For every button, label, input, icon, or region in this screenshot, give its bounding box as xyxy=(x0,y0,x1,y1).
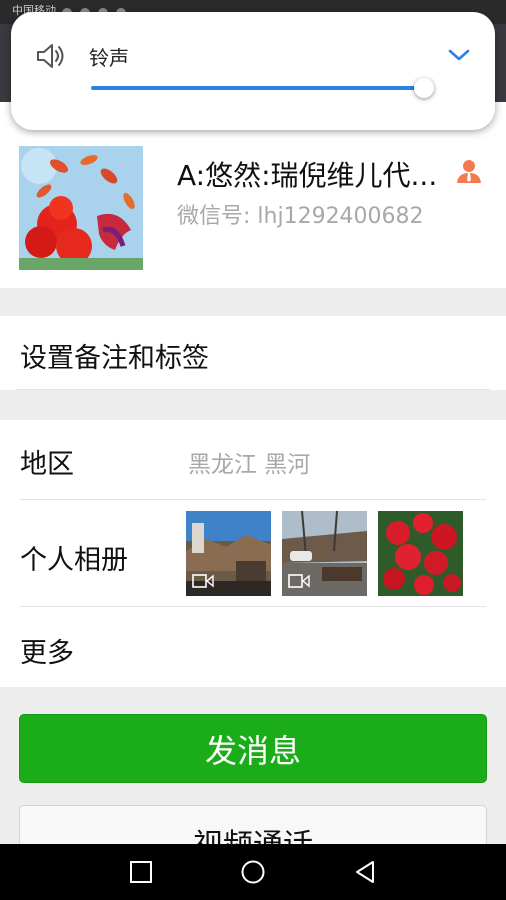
navigation-bar xyxy=(0,844,506,900)
album-label: 个人相册 xyxy=(20,545,128,576)
video-icon xyxy=(288,574,310,588)
home-icon[interactable] xyxy=(239,858,267,886)
region-label: 地区 xyxy=(20,449,74,480)
recent-apps-icon[interactable] xyxy=(127,858,155,886)
album-row[interactable]: 个人相册 xyxy=(0,500,506,606)
volume-slider-track[interactable] xyxy=(91,86,424,90)
contact-name: A:悠然:瑞倪维儿代... xyxy=(177,159,438,192)
speaker-icon xyxy=(37,44,64,68)
album-thumbnail-3[interactable] xyxy=(378,511,463,596)
album-thumbnail-1[interactable] xyxy=(186,511,271,596)
send-message-button[interactable]: 发消息 xyxy=(19,714,487,783)
more-row[interactable]: 更多 xyxy=(0,607,506,687)
avatar[interactable] xyxy=(19,146,143,270)
remark-label: 设置备注和标签 xyxy=(20,343,209,374)
volume-panel: 铃声 xyxy=(11,12,495,130)
divider xyxy=(16,389,490,390)
album-thumbnail-2[interactable] xyxy=(282,511,367,596)
info-card: 地区 黑龙江 黑河 个人相册 更多 xyxy=(0,420,506,687)
region-value: 黑龙江 黑河 xyxy=(188,452,311,478)
back-icon[interactable] xyxy=(351,858,379,886)
wechat-id: 微信号: lhj1292400682 xyxy=(177,204,424,229)
more-label: 更多 xyxy=(20,638,74,669)
volume-label: 铃声 xyxy=(89,46,129,70)
video-icon xyxy=(192,574,214,588)
user-badge-icon xyxy=(457,160,481,183)
volume-slider-knob[interactable] xyxy=(414,78,434,98)
remark-row[interactable]: 设置备注和标签 xyxy=(0,316,506,390)
chevron-down-icon[interactable] xyxy=(447,46,471,64)
